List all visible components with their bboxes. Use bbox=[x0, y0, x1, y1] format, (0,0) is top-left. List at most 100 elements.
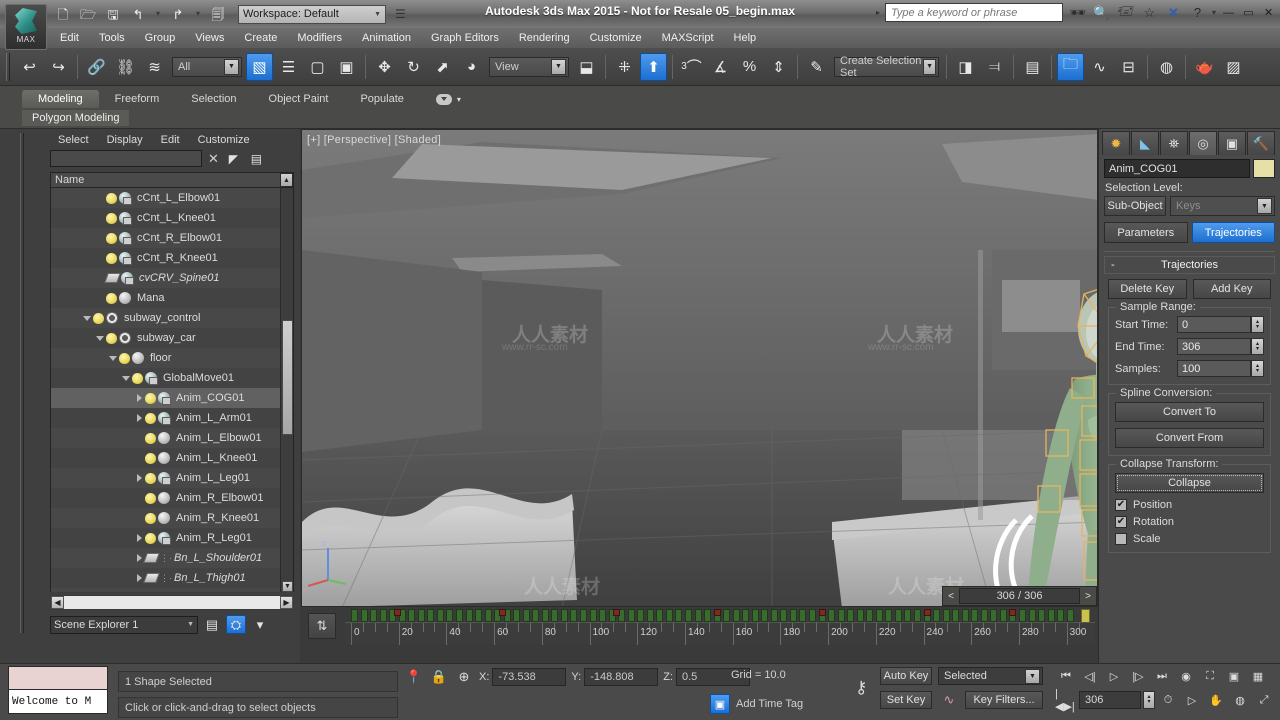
tab-object-paint[interactable]: Object Paint bbox=[253, 90, 345, 108]
motion-tab-icon[interactable]: ◎ bbox=[1189, 131, 1217, 155]
key-block[interactable] bbox=[770, 609, 778, 622]
list-item[interactable]: Mana bbox=[51, 288, 293, 308]
explorer-preset-select[interactable]: Scene Explorer 1 ▼ bbox=[50, 615, 198, 634]
scroll-right-icon[interactable]: ▶ bbox=[280, 596, 293, 609]
key-block[interactable] bbox=[809, 609, 817, 622]
list-item[interactable]: cCnt_R_Knee01 bbox=[51, 248, 293, 268]
use-selection-center-icon[interactable]: ⬆ bbox=[640, 52, 667, 81]
menu-item-graph-editors[interactable]: Graph Editors bbox=[421, 28, 509, 48]
list-item[interactable]: ⋮· Bn_L_Thigh01 bbox=[51, 568, 293, 588]
key-block[interactable] bbox=[742, 609, 750, 622]
key-block[interactable] bbox=[1018, 609, 1026, 622]
list-item[interactable]: cCnt_R_Elbow01 bbox=[51, 228, 293, 248]
light-bulb-icon[interactable] bbox=[145, 512, 156, 524]
key-block[interactable] bbox=[675, 609, 683, 622]
minimize-button[interactable]: — bbox=[1221, 5, 1236, 21]
key-block[interactable] bbox=[513, 609, 521, 622]
workspace-selector[interactable]: Workspace: Default ▼ bbox=[238, 4, 386, 24]
go-to-start-icon[interactable]: ⏮ bbox=[1055, 666, 1077, 686]
binoculars-icon[interactable]: 🕶 bbox=[1068, 3, 1087, 22]
layer-icon[interactable] bbox=[143, 553, 160, 563]
next-key-button[interactable]: > bbox=[1080, 587, 1096, 605]
select-link-icon[interactable]: 🔗 bbox=[83, 53, 110, 81]
modify-tab-icon[interactable]: ◣ bbox=[1131, 131, 1159, 155]
key-block[interactable] bbox=[360, 609, 368, 622]
chevron-down-icon[interactable] bbox=[83, 313, 93, 323]
select-and-manipulate-icon[interactable]: ⁜ bbox=[611, 53, 638, 81]
light-bulb-icon[interactable] bbox=[145, 492, 156, 504]
display-tab-icon[interactable]: ▣ bbox=[1218, 131, 1246, 155]
light-bulb-icon[interactable] bbox=[145, 392, 156, 404]
list-item[interactable]: Anim_R_Knee01 bbox=[51, 508, 293, 528]
scale-checkbox[interactable] bbox=[1115, 533, 1127, 545]
undo-icon[interactable]: ↰ bbox=[127, 4, 149, 25]
material-editor-icon[interactable]: ◍ bbox=[1153, 53, 1180, 81]
infocenter-expand-icon[interactable]: ▸ bbox=[876, 8, 880, 17]
toolbar-grip[interactable] bbox=[6, 52, 10, 81]
redo-icon[interactable]: ↪ bbox=[45, 53, 72, 81]
key-block[interactable] bbox=[532, 609, 540, 622]
unlink-icon[interactable]: ⛓ bbox=[112, 53, 139, 81]
chevron-down-icon[interactable] bbox=[96, 333, 106, 343]
object-name-field[interactable]: Anim_COG01 bbox=[1104, 159, 1250, 178]
key-filters-button[interactable]: Key Filters... bbox=[965, 691, 1043, 709]
parameters-button[interactable]: Parameters bbox=[1104, 222, 1188, 243]
orbit-icon[interactable]: ◍ bbox=[1229, 690, 1251, 710]
list-item[interactable]: subway_control bbox=[51, 308, 293, 328]
track-bar[interactable]: 0 20 40 60 80 100 120 140 160 180 200 220 240 260 280 3… bbox=[345, 607, 1095, 649]
key-block[interactable] bbox=[599, 609, 607, 622]
schematic-view-icon[interactable]: ⊟ bbox=[1115, 53, 1142, 81]
maximize-viewport-icon[interactable]: ⤢ bbox=[1253, 690, 1275, 710]
angle-snap-icon[interactable]: ∡ bbox=[707, 53, 734, 81]
ribbon-options-button[interactable]: ▾ bbox=[420, 91, 477, 108]
tab-selection[interactable]: Selection bbox=[175, 90, 252, 108]
key-block[interactable] bbox=[475, 609, 483, 622]
key-block-selected[interactable] bbox=[393, 609, 401, 616]
key-block[interactable] bbox=[637, 609, 645, 622]
trajectories-button[interactable]: Trajectories bbox=[1191, 222, 1275, 243]
previous-frame-icon[interactable]: ◁| bbox=[1079, 666, 1101, 686]
key-block[interactable] bbox=[885, 609, 893, 622]
light-bulb-icon[interactable] bbox=[106, 232, 117, 244]
create-tab-icon[interactable]: ✹ bbox=[1102, 131, 1130, 155]
open-mini-curve-editor-icon[interactable]: ⇅ bbox=[308, 613, 336, 639]
tab-modeling[interactable]: Modeling bbox=[22, 90, 99, 108]
light-bulb-icon[interactable] bbox=[106, 192, 117, 204]
key-block[interactable] bbox=[1057, 609, 1065, 622]
list-item[interactable]: GlobalMove01 bbox=[51, 368, 293, 388]
app-logo-button[interactable]: MAX bbox=[5, 4, 47, 50]
layer-icon[interactable] bbox=[104, 273, 121, 283]
explorer-options-icon[interactable]: ▾ bbox=[250, 615, 270, 634]
key-block[interactable] bbox=[427, 609, 435, 622]
light-bulb-icon[interactable] bbox=[106, 252, 117, 264]
open-folder-icon[interactable]: 🗁 bbox=[77, 4, 99, 25]
key-block[interactable] bbox=[942, 609, 950, 622]
chevron-down-icon[interactable] bbox=[122, 373, 132, 383]
tab-freeform[interactable]: Freeform bbox=[99, 90, 176, 108]
auto-key-button[interactable]: Auto Key bbox=[880, 667, 932, 685]
next-frame-icon[interactable]: |▷ bbox=[1127, 666, 1149, 686]
menu-item-group[interactable]: Group bbox=[135, 28, 186, 48]
mirror-icon[interactable]: ◨ bbox=[952, 53, 979, 81]
key-block[interactable] bbox=[866, 609, 874, 622]
scroll-left-icon[interactable]: ◀ bbox=[51, 596, 64, 609]
list-item[interactable]: ⋮·Bn_Neck01 bbox=[51, 588, 293, 592]
select-and-move-icon[interactable]: ✥ bbox=[371, 53, 398, 81]
convert-from-button[interactable]: Convert From bbox=[1115, 428, 1264, 448]
key-block[interactable] bbox=[828, 609, 836, 622]
zoom-extents-all-icon[interactable]: ⛶ bbox=[1199, 666, 1221, 686]
list-item[interactable]: Anim_R_Leg01 bbox=[51, 528, 293, 548]
key-block[interactable] bbox=[370, 609, 378, 622]
key-block[interactable] bbox=[789, 609, 797, 622]
current-frame-prev-next-icon[interactable]: |◀▶| bbox=[1055, 688, 1077, 713]
list-item[interactable]: Anim_L_Leg01 bbox=[51, 468, 293, 488]
perspective-viewport[interactable]: z x [+] [Perspective] [Shaded] 人人素材 www.… bbox=[301, 129, 1098, 607]
list-item[interactable]: Anim_L_Arm01 bbox=[51, 408, 293, 428]
select-children-icon[interactable]: ◤ bbox=[225, 151, 242, 167]
menu-item-create[interactable]: Create bbox=[234, 28, 287, 48]
chevron-right-icon[interactable] bbox=[135, 413, 145, 423]
layer-explorer-icon[interactable]: ▤ bbox=[1019, 53, 1046, 81]
y-coordinate-field[interactable]: Y: -148.808 bbox=[571, 668, 659, 686]
key-block[interactable] bbox=[1028, 609, 1036, 622]
rectangular-select-region-icon[interactable]: ▢ bbox=[304, 53, 331, 81]
